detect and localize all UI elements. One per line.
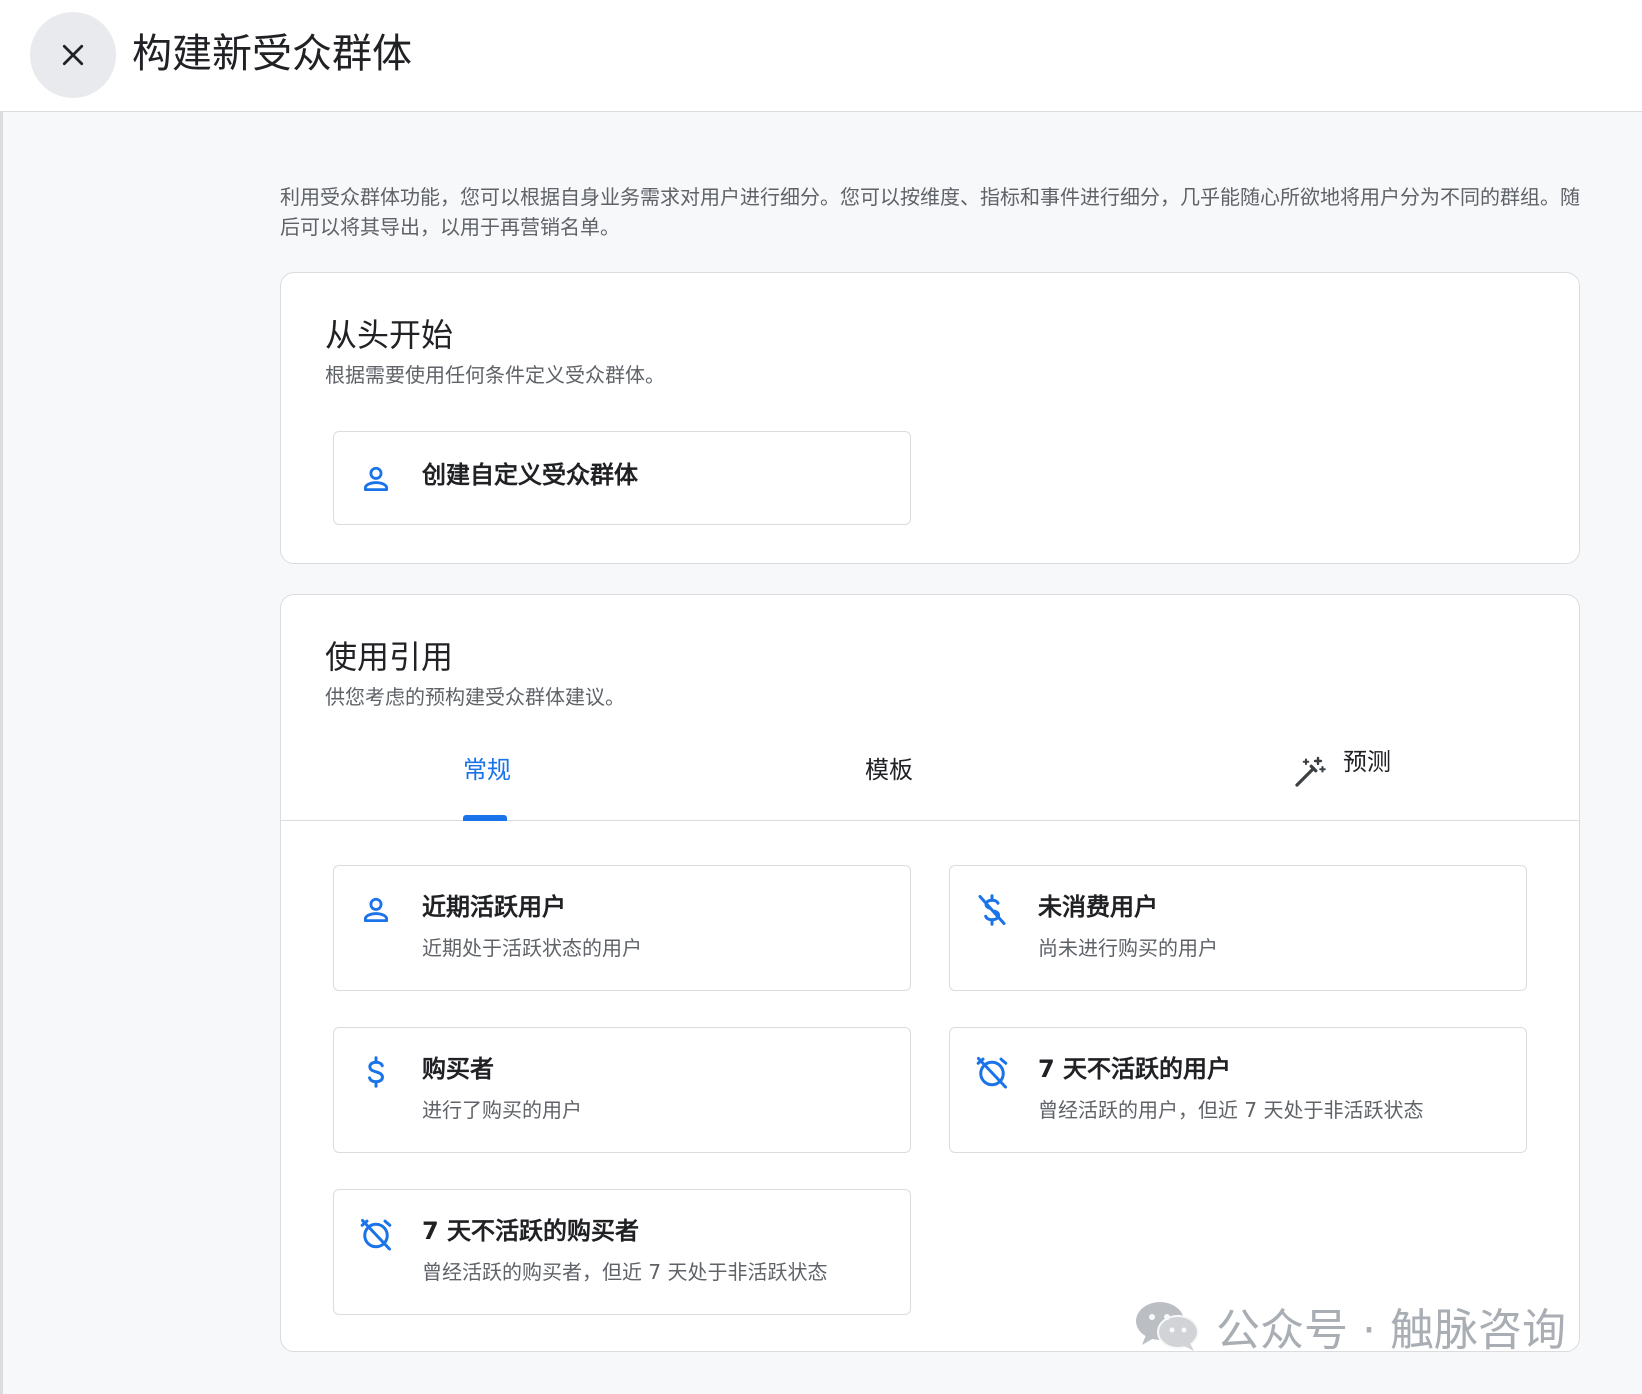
suggestion-recent-active-users[interactable]: 近期活跃用户 近期处于活跃状态的用户	[333, 865, 911, 991]
suggestion-desc: 进行了购买的用户	[422, 1098, 582, 1122]
left-edge-divider	[0, 112, 3, 1394]
suggestion-tabs: 常规 模板 预测	[281, 735, 1579, 821]
close-icon	[62, 44, 84, 66]
suggestion-desc: 近期处于活跃状态的用户	[422, 936, 642, 960]
suggestion-title: 7 天不活跃的用户	[1038, 1055, 1232, 1083]
tab-general[interactable]: 常规	[431, 735, 541, 821]
suggestions-title: 使用引用	[325, 638, 454, 676]
suggestion-title: 7 天不活跃的购买者	[422, 1217, 640, 1245]
suggestion-title: 近期活跃用户	[422, 893, 566, 921]
watermark-text: 公众号 · 触脉咨询	[1216, 1305, 1566, 1356]
person-icon	[358, 461, 394, 497]
suggestion-desc: 曾经活跃的购买者，但近 7 天处于非活跃状态	[422, 1260, 828, 1284]
suggestion-desc: 曾经活跃的用户，但近 7 天处于非活跃状态	[1038, 1098, 1424, 1122]
suggestion-7day-inactive-purchasers[interactable]: 7 天不活跃的购买者 曾经活跃的购买者，但近 7 天处于非活跃状态	[333, 1189, 911, 1315]
active-tab-indicator	[463, 815, 507, 821]
suggestion-title: 未消费用户	[1038, 893, 1158, 921]
page-title: 构建新受众群体	[132, 31, 412, 77]
suggestion-purchasers[interactable]: 购买者 进行了购买的用户	[333, 1027, 911, 1153]
suggestions-subtitle: 供您考虑的预构建受众群体建议。	[325, 685, 625, 709]
alarm-off-icon	[974, 1054, 1010, 1090]
close-button[interactable]	[30, 12, 116, 98]
tab-predictive-label: 预测	[1343, 748, 1391, 776]
magic-wand-icon	[1291, 755, 1327, 791]
suggestion-desc: 尚未进行购买的用户	[1038, 936, 1218, 960]
suggestions-card: 使用引用 供您考虑的预构建受众群体建议。 常规 模板 预测 近期活跃用户 近期处…	[280, 594, 1580, 1352]
from-scratch-title: 从头开始	[325, 316, 454, 354]
watermark: 公众号 · 触脉咨询	[1134, 1294, 1566, 1358]
from-scratch-card: 从头开始 根据需要使用任何条件定义受众群体。 创建自定义受众群体	[280, 272, 1580, 564]
header: 构建新受众群体	[0, 0, 1642, 112]
intro-text: 利用受众群体功能，您可以根据自身业务需求对用户进行细分。您可以按维度、指标和事件…	[280, 185, 1580, 239]
from-scratch-subtitle: 根据需要使用任何条件定义受众群体。	[325, 363, 665, 387]
create-custom-audience-button[interactable]: 创建自定义受众群体	[333, 431, 911, 525]
tab-predictive[interactable]: 预测	[1271, 735, 1431, 821]
wechat-icon	[1134, 1299, 1200, 1353]
dollar-icon	[358, 1054, 394, 1090]
tab-templates[interactable]: 模板	[831, 735, 951, 821]
tab-templates-label: 模板	[865, 756, 913, 784]
create-custom-audience-label: 创建自定义受众群体	[422, 461, 638, 489]
alarm-off-icon	[358, 1216, 394, 1252]
suggestion-non-purchasers[interactable]: 未消费用户 尚未进行购买的用户	[949, 865, 1527, 991]
suggestion-title: 购买者	[422, 1055, 494, 1083]
suggestion-7day-inactive-users[interactable]: 7 天不活跃的用户 曾经活跃的用户，但近 7 天处于非活跃状态	[949, 1027, 1527, 1153]
person-icon	[358, 892, 394, 928]
money-off-icon	[974, 892, 1010, 928]
tab-general-label: 常规	[463, 756, 511, 784]
